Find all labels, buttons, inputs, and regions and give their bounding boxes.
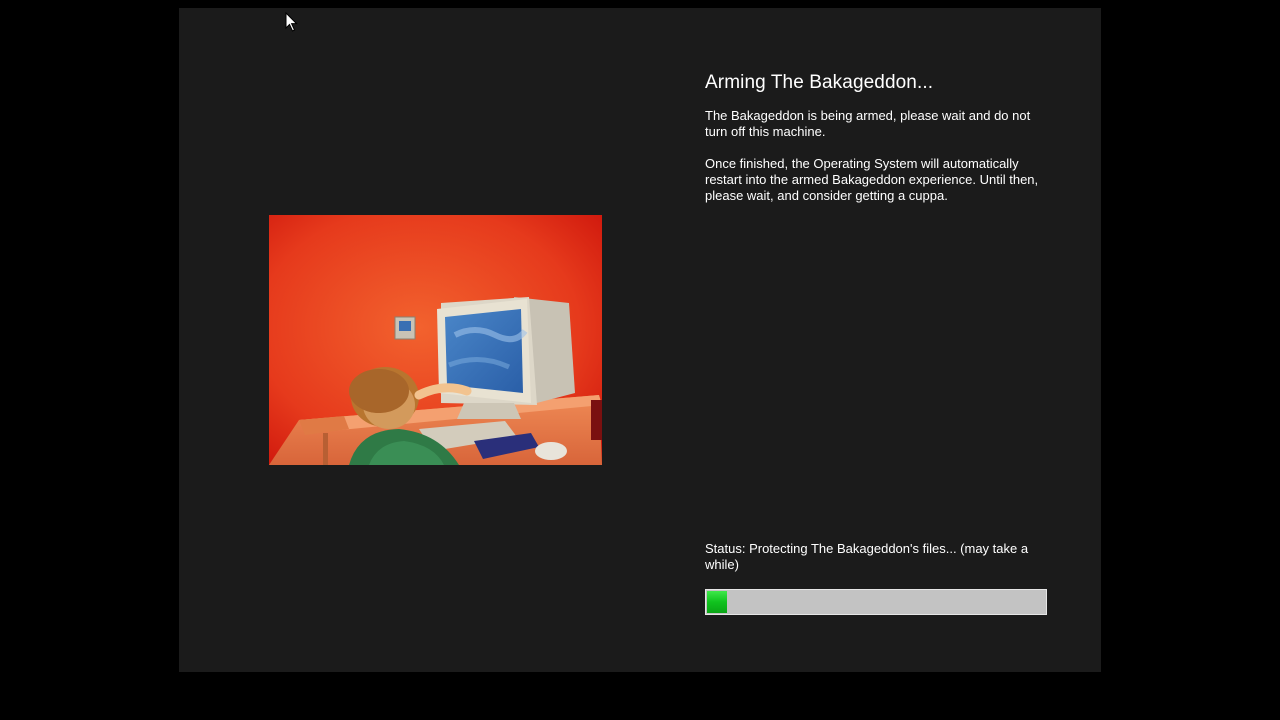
child-at-computer-icon xyxy=(269,215,602,465)
setup-panel: Arming The Bakageddon... The Bakageddon … xyxy=(179,8,1101,672)
illustration-image xyxy=(269,215,602,465)
restart-message: Once finished, the Operating System will… xyxy=(705,156,1039,203)
status-text: Status: Protecting The Bakageddon's file… xyxy=(705,541,1029,572)
progress-bar-fill xyxy=(707,591,727,613)
arrow-cursor-icon xyxy=(285,12,298,32)
setup-heading: Arming The Bakageddon... xyxy=(705,72,934,93)
wait-message: The Bakageddon is being armed, please wa… xyxy=(705,108,1031,139)
progress-bar xyxy=(705,589,1047,615)
